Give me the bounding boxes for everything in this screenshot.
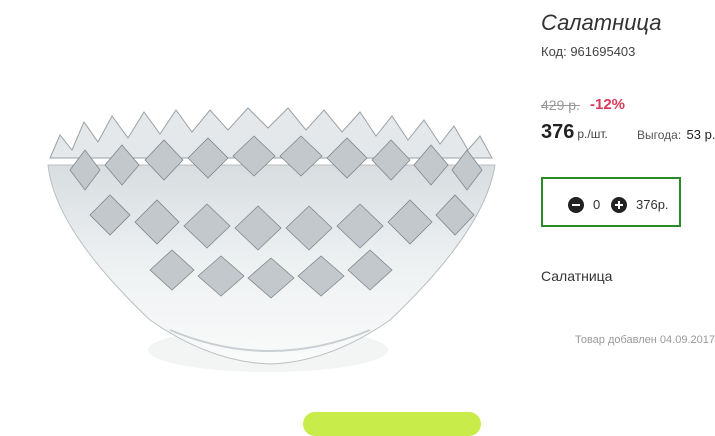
quantity-total: 376р. [636, 197, 669, 212]
product-name: Салатница [541, 268, 613, 284]
product-title: Салатница [541, 10, 662, 35]
savings: Выгода: 53 р. [637, 127, 715, 142]
product-code: Код: 961695403 [541, 44, 636, 59]
product-image[interactable] [0, 0, 530, 423]
current-price: 376 р./шт. [541, 121, 608, 144]
price-value: 376 [541, 121, 575, 143]
plus-circle-icon[interactable] [611, 197, 627, 213]
add-to-cart-button[interactable] [303, 412, 481, 436]
added-date: Товар добавлен 04.09.2017 [574, 334, 715, 346]
price-unit: р./шт. [577, 127, 608, 141]
discount-badge: -12% [590, 96, 626, 113]
old-price: 429 р. [541, 97, 580, 113]
minus-circle-icon[interactable] [568, 197, 584, 213]
quantity-stepper: 0 376р. [541, 177, 681, 227]
savings-value: 53 р. [686, 127, 715, 142]
savings-label: Выгода: [637, 128, 682, 142]
quantity-value: 0 [593, 197, 601, 212]
